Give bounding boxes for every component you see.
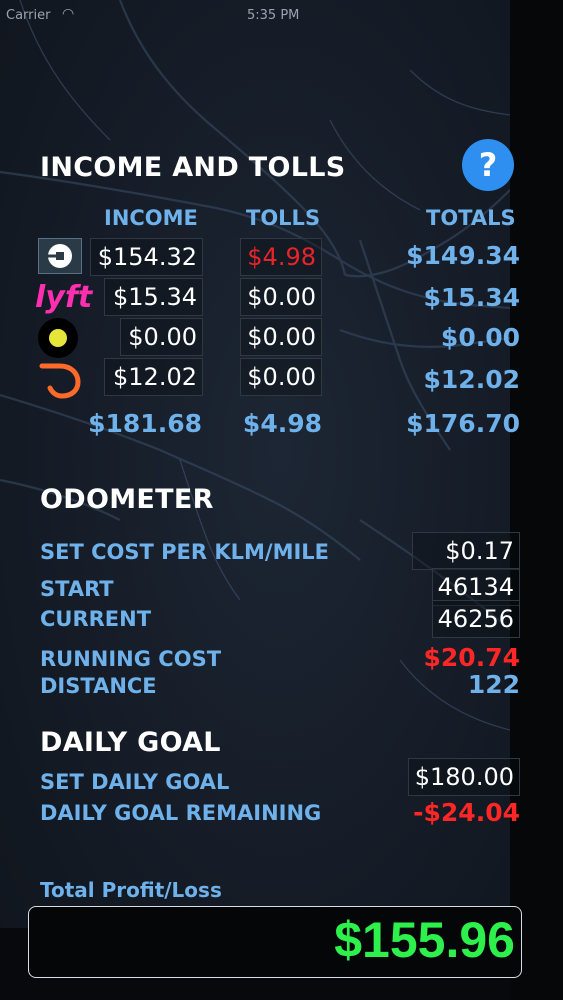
daily-goal-title: DAILY GOAL — [40, 727, 221, 758]
status-bar: Carrier ◠ 5:35 PM — [0, 6, 510, 28]
doordash-tolls-field[interactable]: $0.00 — [240, 358, 322, 396]
cost-per-mile-label: SET COST PER KLM/MILE — [40, 540, 330, 564]
uber-income-field[interactable]: $154.32 — [90, 238, 203, 276]
curb-icon — [38, 318, 78, 358]
odometer-title: ODOMETER — [40, 484, 214, 515]
tolls-sum: $4.98 — [242, 409, 322, 438]
doordash-total: $12.02 — [423, 365, 520, 394]
current-label: CURRENT — [40, 607, 152, 631]
lyft-tolls-field[interactable]: $0.00 — [240, 278, 322, 316]
profit-value: $155.96 — [334, 912, 515, 968]
uber-total: $149.34 — [406, 241, 520, 270]
start-label: START — [40, 577, 114, 601]
lyft-icon: lyft — [35, 280, 93, 315]
help-button[interactable]: ? — [462, 139, 514, 191]
curb-total: $0.00 — [440, 323, 520, 352]
goal-remaining-label: DAILY GOAL REMAINING — [40, 801, 322, 825]
cost-per-mile-field[interactable]: $0.17 — [412, 532, 520, 570]
uber-tolls-field[interactable]: $4.98 — [240, 238, 322, 276]
running-cost-label: RUNNING COST — [40, 647, 222, 671]
wifi-icon: ◠ — [62, 6, 75, 22]
lyft-total: $15.34 — [423, 283, 520, 312]
totals-sum: $176.70 — [406, 409, 520, 438]
doordash-icon — [38, 360, 84, 400]
status-time: 5:35 PM — [247, 8, 300, 23]
uber-icon — [38, 238, 82, 274]
lyft-income-field[interactable]: $15.34 — [104, 278, 203, 316]
goal-remaining-value: -$24.04 — [413, 798, 520, 827]
profit-display: $155.96 — [28, 906, 522, 978]
daily-goal-field[interactable]: $180.00 — [408, 758, 520, 796]
income-header: INCOME — [104, 206, 198, 230]
curb-tolls-field[interactable]: $0.00 — [240, 318, 322, 356]
doordash-income-field[interactable]: $12.02 — [104, 358, 203, 396]
curb-income-field[interactable]: $0.00 — [120, 318, 203, 356]
tolls-header: TOLLS — [246, 206, 321, 230]
current-odometer-field[interactable]: 46256 — [432, 600, 520, 638]
income-tolls-title: INCOME AND TOLLS — [40, 152, 346, 183]
totals-header: TOTALS — [426, 206, 516, 230]
distance-label: DISTANCE — [40, 674, 157, 698]
set-daily-goal-label: SET DAILY GOAL — [40, 770, 230, 794]
profit-label: Total Profit/Loss — [40, 878, 222, 902]
distance-value: 122 — [467, 670, 520, 699]
right-edge — [510, 0, 563, 1000]
carrier-label: Carrier — [6, 8, 51, 23]
income-sum: $181.68 — [88, 409, 202, 438]
running-cost-value: $20.74 — [423, 643, 520, 672]
